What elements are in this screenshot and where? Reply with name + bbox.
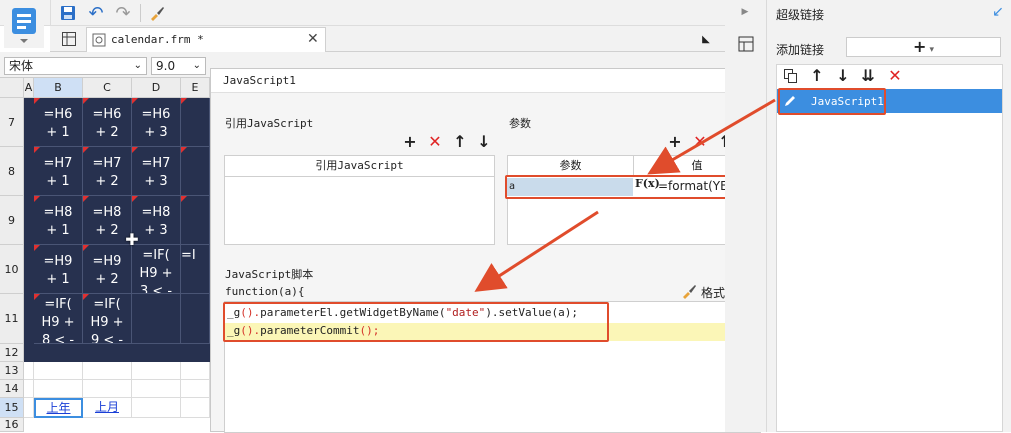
annotation-arrows — [474, 98, 776, 292]
arrow-to-code — [474, 210, 599, 292]
arrow-to-param — [647, 98, 776, 175]
